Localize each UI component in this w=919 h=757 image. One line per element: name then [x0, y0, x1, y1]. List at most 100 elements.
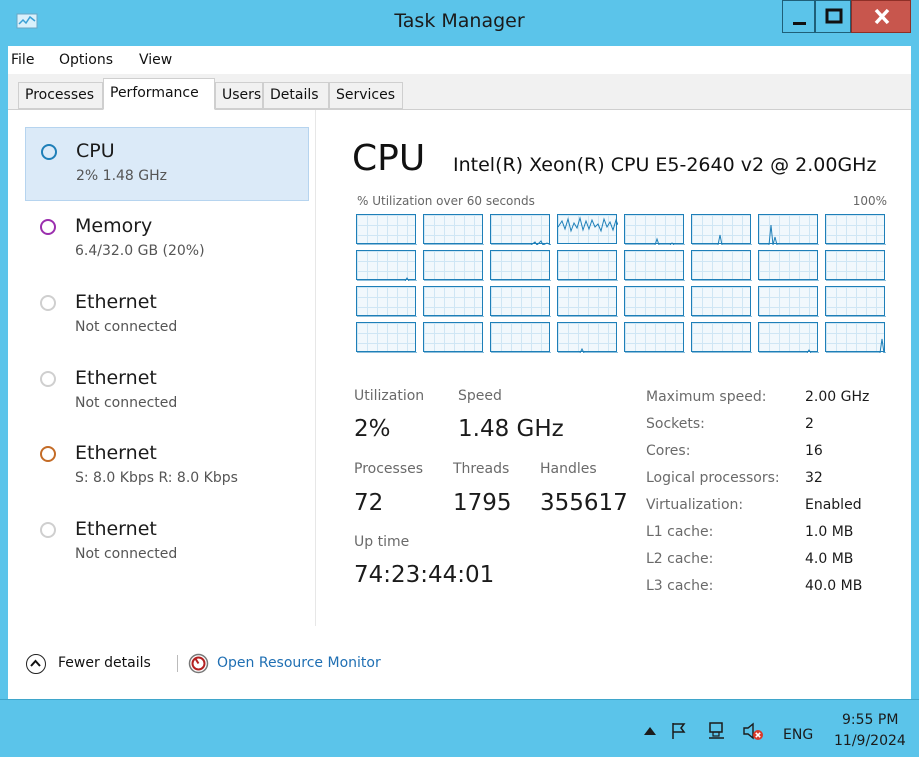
logical-processor-graph — [758, 250, 819, 281]
uptime-value: 74:23:44:01 — [354, 562, 495, 588]
resource-ethernet-4[interactable]: Ethernet Not connected — [25, 506, 309, 580]
logical-processor-graph — [825, 322, 886, 353]
tab-users[interactable]: Users — [215, 82, 263, 109]
memory-indicator-icon — [40, 219, 56, 235]
resource-detail: 6.4/32.0 GB (20%) — [75, 243, 205, 259]
maximize-button[interactable] — [815, 0, 851, 33]
speed-value: 1.48 GHz — [458, 416, 564, 442]
close-icon — [874, 8, 890, 25]
maximize-icon — [825, 8, 843, 24]
ethernet-indicator-icon — [40, 522, 56, 538]
speaker-muted-icon[interactable] — [742, 721, 764, 741]
spec-label: L3 cache: — [646, 578, 714, 594]
resource-detail: Not connected — [75, 319, 178, 335]
ethernet-indicator-icon — [40, 446, 56, 462]
resource-detail: Not connected — [75, 546, 178, 562]
menu-file[interactable]: File — [11, 52, 34, 68]
footer-bar: Fewer details Open Resource Monitor — [8, 642, 911, 699]
speed-label: Speed — [458, 388, 502, 404]
minimize-button[interactable] — [782, 0, 815, 33]
clock-time[interactable]: 9:55 PM — [842, 712, 898, 728]
spec-label: Logical processors: — [646, 470, 780, 486]
logical-processor-graph — [825, 250, 886, 281]
tray-up-arrow-icon[interactable] — [643, 726, 657, 736]
resource-name: Memory — [75, 215, 153, 237]
menu-options[interactable]: Options — [59, 52, 113, 68]
resource-detail: Not connected — [75, 395, 178, 411]
spec-value: 4.0 MB — [805, 551, 854, 567]
uptime-label: Up time — [354, 534, 410, 550]
utilization-label: Utilization — [354, 388, 425, 404]
logical-processor-graph — [557, 214, 618, 244]
logical-processor-graph — [825, 214, 886, 245]
threads-label: Threads — [453, 461, 510, 477]
logical-processor-graph — [423, 322, 484, 353]
logical-processor-graph — [691, 250, 752, 281]
logical-processor-graph — [758, 214, 819, 245]
spec-label: Sockets: — [646, 416, 705, 432]
logical-processor-graph — [423, 250, 484, 281]
close-button[interactable] — [851, 0, 911, 33]
resource-name: CPU — [76, 140, 115, 162]
window-frame-right — [911, 46, 919, 699]
flag-icon[interactable] — [670, 722, 688, 740]
fewer-details-link[interactable]: Fewer details — [58, 655, 151, 671]
taskbar: ENG 9:55 PM 11/9/2024 — [0, 699, 919, 757]
resource-name: Ethernet — [75, 367, 157, 389]
divider — [177, 655, 178, 672]
tab-processes[interactable]: Processes — [18, 82, 103, 109]
language-indicator[interactable]: ENG — [783, 727, 813, 743]
menu-view[interactable]: View — [139, 52, 172, 68]
spec-value: 1.0 MB — [805, 524, 854, 540]
logical-processor-graph — [624, 214, 685, 245]
spec-label: L1 cache: — [646, 524, 714, 540]
resource-ethernet-2[interactable]: Ethernet Not connected — [25, 355, 309, 429]
resource-detail: S: 8.0 Kbps R: 8.0 Kbps — [75, 470, 238, 486]
threads-value: 1795 — [453, 490, 512, 516]
spec-label: Maximum speed: — [646, 389, 767, 405]
spec-value: 16 — [805, 443, 823, 459]
logical-processor-graph — [356, 322, 417, 353]
menu-bar: File Options View — [8, 46, 911, 74]
network-icon[interactable] — [707, 721, 727, 741]
resource-ethernet-1[interactable]: Ethernet Not connected — [25, 279, 309, 353]
handles-label: Handles — [540, 461, 597, 477]
logical-processor-graph — [758, 322, 819, 353]
handles-value: 355617 — [540, 490, 628, 516]
utilization-value: 2% — [354, 416, 391, 442]
resource-name: Ethernet — [75, 291, 157, 313]
logical-processor-graph — [825, 286, 886, 317]
logical-processor-graph — [624, 322, 685, 353]
resource-detail: 2% 1.48 GHz — [76, 168, 168, 184]
resource-cpu[interactable]: CPU 2% 1.48 GHz — [25, 127, 309, 201]
open-resource-monitor-link[interactable]: Open Resource Monitor — [217, 655, 381, 671]
logical-processor-graph — [557, 286, 618, 317]
spec-value: 2 — [805, 416, 814, 432]
logical-processor-graph — [356, 214, 417, 245]
logical-processor-graph — [490, 214, 551, 245]
ethernet-indicator-icon — [40, 371, 56, 387]
logical-processor-graph — [423, 214, 484, 245]
resource-memory[interactable]: Memory 6.4/32.0 GB (20%) — [25, 203, 309, 277]
logical-processor-graph — [557, 250, 618, 281]
logical-processor-graphs — [356, 214, 888, 353]
tab-details[interactable]: Details — [263, 82, 329, 109]
logical-processor-graph — [423, 286, 484, 317]
spec-label: Cores: — [646, 443, 691, 459]
ethernet-indicator-icon — [40, 295, 56, 311]
chevron-up-icon[interactable] — [26, 654, 46, 674]
processes-label: Processes — [354, 461, 424, 477]
resource-monitor-icon[interactable] — [188, 653, 209, 674]
tab-services[interactable]: Services — [329, 82, 403, 109]
spec-label: Virtualization: — [646, 497, 744, 513]
logical-processor-graph — [624, 250, 685, 281]
spec-value: 2.00 GHz — [805, 389, 870, 405]
minimize-icon — [793, 22, 806, 25]
tab-performance[interactable]: Performance — [103, 78, 215, 110]
cpu-detail-pane: CPU Intel(R) Xeon(R) CPU E5-2640 v2 @ 2.… — [352, 110, 892, 630]
resource-ethernet-3[interactable]: Ethernet S: 8.0 Kbps R: 8.0 Kbps — [25, 430, 309, 504]
performance-panel: CPU 2% 1.48 GHz Memory 6.4/32.0 GB (20%)… — [8, 110, 911, 642]
spec-value: 40.0 MB — [805, 578, 863, 594]
clock-date[interactable]: 11/9/2024 — [834, 733, 906, 749]
logical-processor-graph — [557, 322, 618, 353]
